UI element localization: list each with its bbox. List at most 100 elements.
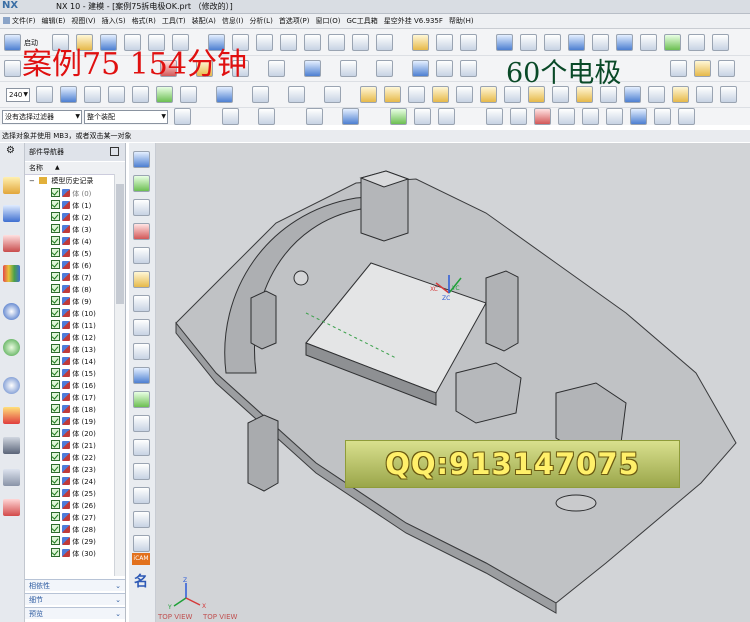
wcs-icon[interactable] (156, 86, 173, 103)
surface-icon[interactable] (496, 34, 513, 51)
checkbox-icon[interactable] (51, 536, 60, 545)
shell-icon[interactable] (340, 60, 357, 77)
measure-icon[interactable] (460, 60, 477, 77)
constraint-navigator-icon[interactable] (3, 235, 20, 252)
snap-mid-icon[interactable] (258, 108, 275, 125)
electrode-drawing-icon[interactable] (133, 463, 150, 480)
tree-item[interactable]: 体 (19) (51, 416, 96, 428)
snap-grid-2-icon[interactable] (654, 108, 671, 125)
menu-preferences[interactable]: 首选项(P) (276, 14, 313, 26)
menu-analysis[interactable]: 分析(L) (246, 14, 275, 26)
menu-insert[interactable]: 插入(S) (99, 14, 129, 26)
menu-info[interactable]: 信息(I) (219, 14, 247, 26)
electrode-check-icon[interactable] (133, 319, 150, 336)
web-browser-icon[interactable] (3, 339, 20, 356)
point-icon[interactable] (60, 86, 77, 103)
curve-icon[interactable] (688, 34, 705, 51)
fit-view-icon[interactable] (352, 34, 369, 51)
datum-icon[interactable] (84, 86, 101, 103)
bridge-icon[interactable] (648, 86, 665, 103)
chamfer-icon[interactable] (304, 34, 321, 51)
snap-curve-icon[interactable] (438, 108, 455, 125)
snap-intersect-icon[interactable] (582, 108, 599, 125)
checkbox-icon[interactable] (51, 332, 60, 341)
start-icon[interactable] (4, 34, 21, 51)
menu-gc-toolbox[interactable]: GC工具箱 (343, 14, 380, 26)
tree-item[interactable]: 体 (25) (51, 488, 96, 500)
checkbox-icon[interactable] (51, 212, 60, 221)
offset-icon[interactable] (544, 34, 561, 51)
electrode-export-icon[interactable] (133, 487, 150, 504)
tree-item[interactable]: 体 (29) (51, 536, 96, 548)
menu-plugin[interactable]: 星空外挂 V6.935F (381, 14, 446, 26)
electrode-import-icon[interactable] (133, 511, 150, 528)
tree-item[interactable]: 体 (5) (51, 248, 91, 260)
checkbox-icon[interactable] (51, 428, 60, 437)
checkbox-icon[interactable] (51, 308, 60, 317)
checkbox-icon[interactable] (51, 248, 60, 257)
name-tool-button[interactable]: 名 (134, 571, 148, 591)
checkbox-icon[interactable] (51, 380, 60, 389)
menu-file[interactable]: 文件(F) (0, 14, 39, 26)
electrode-copy-icon[interactable] (133, 199, 150, 216)
checkbox-icon[interactable] (51, 392, 60, 401)
settings-icon[interactable] (720, 86, 737, 103)
book-icon[interactable] (412, 60, 429, 77)
column-header[interactable]: 名称 ▲ (25, 162, 125, 175)
hole-icon[interactable] (280, 34, 297, 51)
electrode-flag-icon[interactable] (133, 175, 150, 192)
checkbox-icon[interactable] (51, 356, 60, 365)
palette-icon[interactable] (3, 407, 20, 424)
tree-item[interactable]: 体 (0) (51, 188, 91, 200)
checkbox-icon[interactable] (51, 284, 60, 293)
tree-item[interactable]: 体 (15) (51, 368, 96, 380)
electrode-split-icon[interactable] (133, 247, 150, 264)
sew-icon[interactable] (592, 34, 609, 51)
fold-icon[interactable] (624, 86, 641, 103)
mirror-icon[interactable] (268, 60, 285, 77)
tree-item[interactable]: 体 (8) (51, 284, 91, 296)
menu-tools[interactable]: 工具(T) (159, 14, 189, 26)
checkbox-icon[interactable] (51, 416, 60, 425)
zoom-combo[interactable]: 240 ▼ (6, 88, 30, 102)
checkbox-icon[interactable] (51, 440, 60, 449)
electrode-stack-icon[interactable] (133, 271, 150, 288)
tree-item[interactable]: 体 (6) (51, 260, 91, 272)
print-icon[interactable] (3, 499, 20, 516)
checkbox-icon[interactable] (51, 236, 60, 245)
snap-line-icon[interactable] (414, 108, 431, 125)
tree-item[interactable]: 体 (12) (51, 332, 96, 344)
assembly-navigator-icon[interactable] (3, 205, 20, 222)
tree-item[interactable]: 体 (1) (51, 200, 91, 212)
electrode-icon[interactable] (360, 86, 377, 103)
tree-item[interactable]: 体 (3) (51, 224, 91, 236)
snap-point-icon[interactable] (36, 86, 53, 103)
gear-icon[interactable]: ⚙ (6, 145, 15, 156)
checkbox-icon[interactable] (51, 224, 60, 233)
part-navigator-icon[interactable] (3, 177, 20, 194)
preview-section[interactable]: 预览 ⌄ (25, 607, 125, 619)
face-icon[interactable] (568, 34, 585, 51)
dependencies-section[interactable]: 相依性 ⌄ (25, 579, 125, 591)
tree-item[interactable]: 体 (7) (51, 272, 91, 284)
checkbox-icon[interactable] (51, 500, 60, 509)
bounded-plane-icon[interactable] (616, 34, 633, 51)
tree-item[interactable]: 体 (17) (51, 392, 96, 404)
tree-item[interactable]: 体 (22) (51, 452, 96, 464)
snap-end-icon[interactable] (222, 108, 239, 125)
scrollbar-thumb[interactable] (116, 184, 124, 304)
zoom-icon[interactable] (328, 34, 345, 51)
icam-button[interactable]: iCAM (132, 553, 150, 565)
menu-assembly[interactable]: 装配(A) (189, 14, 219, 26)
menu-format[interactable]: 格式(R) (129, 14, 159, 26)
box-select-icon[interactable] (306, 108, 323, 125)
electrode-5-icon[interactable] (456, 86, 473, 103)
axis-icon[interactable] (108, 86, 125, 103)
menu-edit[interactable]: 编辑(E) (39, 14, 69, 26)
checkbox-icon[interactable] (51, 320, 60, 329)
electrode-4-icon[interactable] (432, 86, 449, 103)
tree-item[interactable]: 体 (9) (51, 296, 91, 308)
tree-item[interactable]: 体 (2) (51, 212, 91, 224)
graphics-window[interactable]: YC XC ZC Z Y X (156, 143, 750, 622)
tree-item[interactable]: 体 (4) (51, 236, 91, 248)
